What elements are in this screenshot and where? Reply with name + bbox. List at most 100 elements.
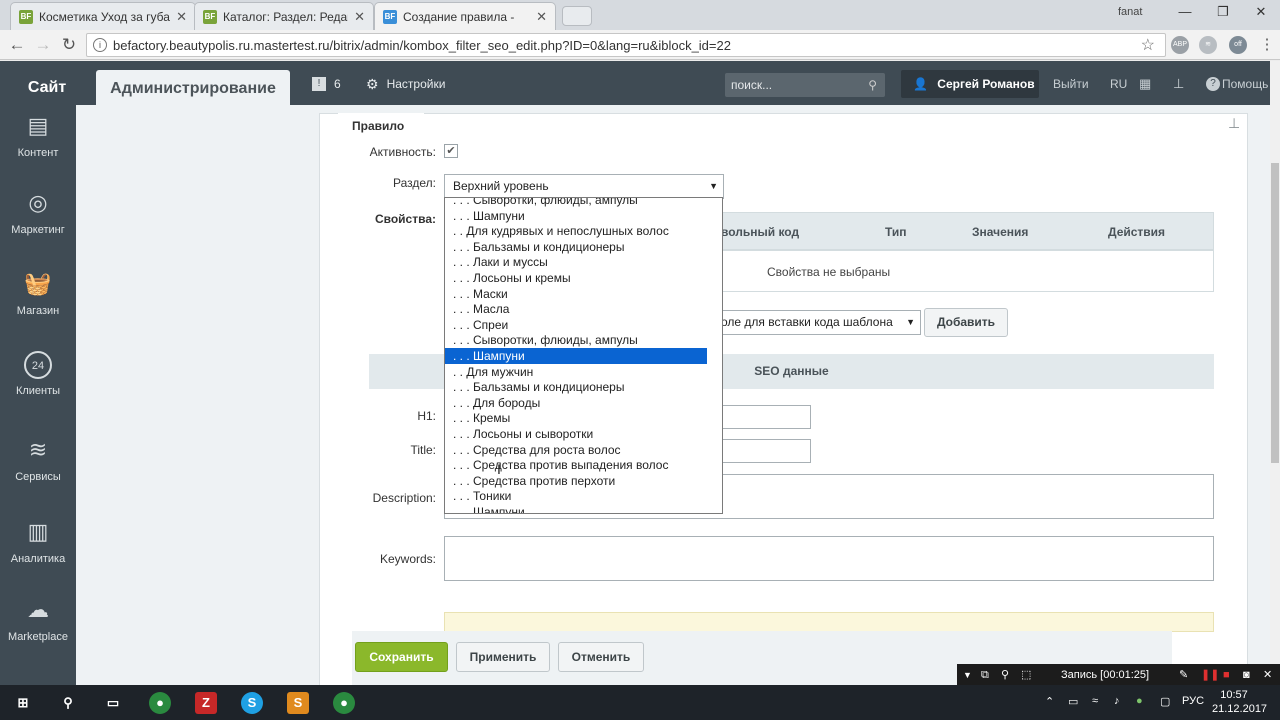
dropdown-option[interactable]: . . . Кремы [445,410,707,426]
reload-icon[interactable]: ↻ [58,34,80,56]
sidebar-item-analytics[interactable]: ▥ Аналитика [0,517,76,565]
active-checkbox[interactable]: ✔ [444,144,458,158]
page-scroll-thumb[interactable] [1271,163,1279,463]
tray-app-icon[interactable]: ● [1136,695,1143,707]
skype-app-icon[interactable]: S [241,692,263,714]
dropdown-option[interactable]: . . . Шампуни [445,348,707,364]
dropdown-option[interactable]: . . . Средства против перхоти [445,473,707,489]
taskbar-clock[interactable]: 10:57 21.12.2017 [1212,688,1267,716]
extension-off-icon[interactable]: off [1229,36,1247,54]
hotkeys-icon[interactable]: ▦ [1139,73,1151,95]
recorder-pen-icon[interactable]: ✎ [1179,664,1188,686]
logout-button[interactable]: Выйти [1053,73,1089,95]
recorder-dropdown-icon[interactable]: ▼ [963,664,972,686]
recorder-close-icon[interactable]: ✕ [1263,664,1272,686]
close-tab-icon[interactable]: ✕ [536,9,547,25]
pin-icon[interactable]: ⊥ [1228,115,1240,132]
close-window-icon[interactable]: ✕ [1242,0,1280,26]
dropdown-option[interactable]: . . . Сыворотки, флюиды, ампулы [445,332,707,348]
page-scrollbar[interactable] [1270,61,1280,685]
profile-name[interactable]: fanat [1118,6,1142,18]
dropdown-option[interactable]: . . . Шампуни [445,208,707,224]
sidebar-item-content[interactable]: ▤ Контент [0,111,76,159]
chrome-app-icon-2[interactable]: ● [333,692,355,714]
dropdown-option[interactable]: . . . Для бороды [445,395,707,411]
minimize-icon[interactable]: — [1166,0,1204,26]
save-button[interactable]: Сохранить [355,642,448,672]
apply-button[interactable]: Применить [456,642,550,672]
site-tab[interactable]: Сайт [0,71,94,105]
tab-rule[interactable]: Правило [338,113,424,135]
recorder-pause-icon[interactable]: ❚❚ [1201,664,1219,686]
browser-tab-2[interactable]: BF Каталог: Раздел: Редакт ✕ [194,2,374,30]
tray-wifi-icon[interactable]: ≈ [1092,695,1098,707]
dropdown-option[interactable]: . . . Средства для роста волос [445,442,707,458]
sidebar-item-shop[interactable]: 🧺 Магазин [0,269,76,317]
template-field-select[interactable]: оле для вставки кода шаблона ▼ [706,310,921,335]
dropdown-option[interactable]: . . . Лосьоны и кремы [445,270,707,286]
tray-battery-icon[interactable]: ▭ [1068,695,1078,708]
recorder-region-icon[interactable]: ⬚ [1021,664,1031,686]
dropdown-option[interactable]: . . Для кудрявых и непослушных волос [445,223,707,239]
dropdown-option[interactable]: . . . Бальзамы и кондиционеры [445,379,707,395]
settings-button[interactable]: ⚙ Настройки [366,73,445,95]
info-icon[interactable]: i [93,38,107,52]
section-select[interactable]: Верхний уровень ▼ [444,174,724,199]
dropdown-option[interactable]: . . Для мужчин [445,364,707,380]
help-button[interactable]: ? Помощь [1206,73,1268,95]
sublime-app-icon[interactable]: S [287,692,309,714]
user-menu[interactable]: 👤 Сергей Романов [901,70,1039,98]
recorder-stop-icon[interactable]: ■ [1223,664,1230,686]
language-switch[interactable]: RU [1110,73,1127,95]
admin-tab[interactable]: Администрирование [96,70,290,105]
recorder-camera-icon[interactable]: ◙ [1243,664,1250,686]
tray-volume-icon[interactable]: ♪ [1114,695,1120,707]
chrome-app-icon[interactable]: ● [149,692,171,714]
menu-kebab-icon[interactable]: ⋮ [1256,34,1278,56]
abp-extension-icon[interactable]: ABP [1171,36,1189,54]
address-bar[interactable]: i befactory.beautypolis.ru.mastertest.ru… [86,33,1166,57]
admin-top-panel: Сайт Администрирование ! 6 ⚙ Настройки п… [0,61,1280,105]
cancel-button[interactable]: Отменить [558,642,644,672]
section-dropdown-list[interactable]: . . . Сыворотки, флюиды, ампулы. . . Шам… [444,197,723,514]
bookmark-star-icon[interactable]: ☆ [1141,35,1155,55]
dropdown-option[interactable]: . . . Средства против выпадения волос [445,457,707,473]
keywords-textarea[interactable] [444,536,1214,581]
back-arrow-icon[interactable]: ← [6,34,28,56]
recorder-zoom-icon[interactable]: ⚲ [1001,664,1009,686]
dropdown-option[interactable]: . . . Маски [445,286,707,302]
add-button[interactable]: Добавить [924,308,1008,337]
task-view-icon[interactable]: ▭ [102,692,124,714]
browser-tab-1[interactable]: BF Косметика Уход за губа ✕ [10,2,196,30]
tray-notify-icon[interactable]: ▢ [1160,695,1170,708]
close-tab-icon[interactable]: ✕ [354,9,365,25]
sidebar-item-clients[interactable]: 24 Клиенты [0,351,76,397]
dropdown-option[interactable]: . . . Сыворотки, флюиды, ампулы [445,198,707,208]
layers-extension-icon[interactable]: ≋ [1199,36,1217,54]
sidebar-item-marketplace[interactable]: ☁ Marketplace [0,595,76,643]
filezilla-app-icon[interactable]: Z [195,692,217,714]
windows-start-icon[interactable]: ⊞ [12,692,34,714]
dropdown-option[interactable]: . . . Бальзамы и кондиционеры [445,239,707,255]
dropdown-option[interactable]: . . . Масла [445,301,707,317]
search-input[interactable]: поиск... ⚲ [725,73,885,97]
dropdown-option[interactable]: . . . Тоники [445,488,707,504]
sidebar-item-marketing[interactable]: ◎ Маркетинг [0,188,76,236]
input-language[interactable]: РУС [1182,695,1204,707]
dropdown-option[interactable]: . . . Лосьоны и сыворотки [445,426,707,442]
tray-chevron-icon[interactable]: ⌃ [1045,695,1054,708]
pin-panel-icon[interactable]: ⊥ [1173,73,1184,95]
dropdown-option[interactable]: . . . Шампуни [445,504,707,513]
close-tab-icon[interactable]: ✕ [176,9,187,25]
search-icon[interactable]: ⚲ [57,692,79,714]
dropdown-option[interactable]: . . . Спреи [445,317,707,333]
sidebar-item-services[interactable]: ≋ Сервисы [0,435,76,483]
search-icon[interactable]: ⚲ [868,73,877,97]
recorder-window-icon[interactable]: ⧉ [981,664,989,686]
dropdown-option[interactable]: . . . Лаки и муссы [445,254,707,270]
maximize-icon[interactable]: ❐ [1204,0,1242,26]
new-tab-button[interactable] [562,6,592,26]
browser-tab-3[interactable]: BF Создание правила - ✕ [374,2,556,30]
notifications-button[interactable]: ! 6 [312,73,341,95]
forward-arrow-icon[interactable]: → [32,34,54,56]
